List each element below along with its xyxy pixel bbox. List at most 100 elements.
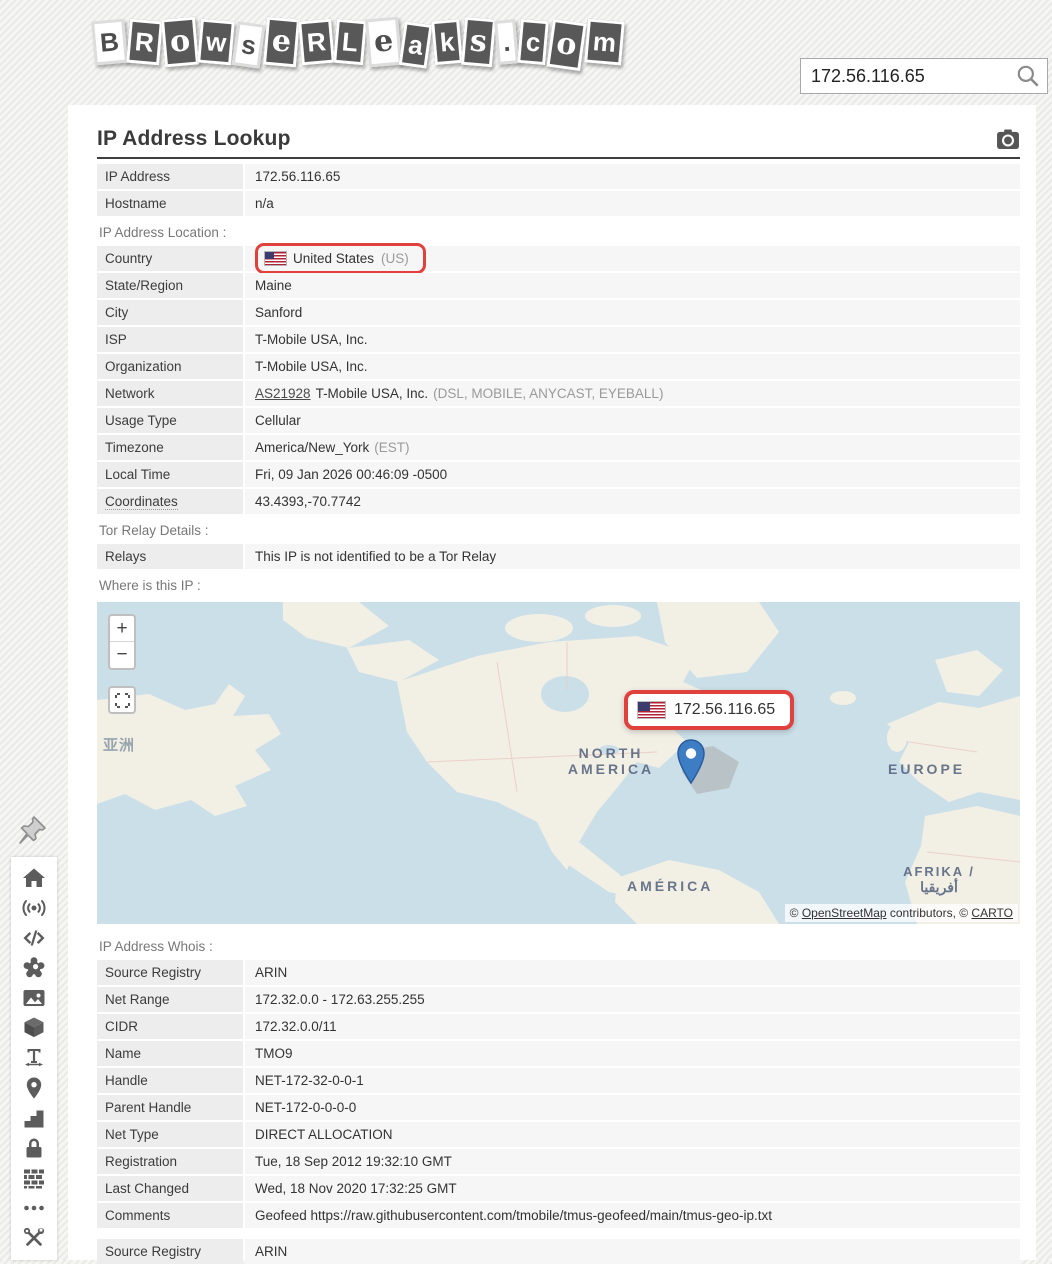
table-row: IP Address 172.56.116.65 — [97, 164, 1020, 189]
table-row-coordinates: Coordinates 43.4393,-70.7742 — [97, 489, 1020, 514]
sidebar-item-tools[interactable] — [22, 1226, 46, 1250]
ssl-lock-icon — [22, 1136, 46, 1160]
row-value: 172.32.0.0/11 — [245, 1014, 1020, 1039]
code-icon — [22, 926, 46, 950]
timezone-value: America/New_York — [255, 440, 369, 455]
sidebar — [11, 857, 57, 1260]
row-label: Last Changed — [97, 1176, 243, 1201]
row-label: ISP — [97, 327, 243, 352]
sidebar-item-canvas[interactable] — [22, 956, 46, 980]
pushpin-icon[interactable] — [16, 814, 48, 846]
section-heading-map: Where is this IP : — [97, 571, 1020, 599]
row-label: Local Time — [97, 462, 243, 487]
map-marker-icon[interactable] — [677, 739, 705, 784]
map-zoom-control: + − — [108, 614, 136, 670]
map-popup[interactable]: 172.56.116.65 — [624, 690, 794, 730]
coordinates-tooltip-label[interactable]: Coordinates — [105, 494, 178, 510]
row-label: Source Registry — [97, 960, 243, 985]
section-heading-location: IP Address Location : — [97, 218, 1020, 246]
table-row: Handle NET-172-32-0-0-1 — [97, 1068, 1020, 1093]
row-value: Fri, 09 Jan 2026 00:46:09 -0500 — [245, 462, 1020, 487]
row-value: ARIN — [245, 960, 1020, 985]
section-heading-tor: Tor Relay Details : — [97, 516, 1020, 544]
sidebar-item-geolocation[interactable] — [22, 1076, 46, 1100]
row-label: Net Range — [97, 987, 243, 1012]
table-row: Local Time Fri, 09 Jan 2026 00:46:09 -05… — [97, 462, 1020, 487]
sidebar-item-features[interactable] — [22, 1106, 46, 1130]
more-dots-icon — [22, 1196, 46, 1220]
geolocation-pin-icon — [22, 1076, 46, 1100]
page-title: IP Address Lookup — [97, 127, 291, 151]
table-row: City Sanford — [97, 300, 1020, 325]
image-icon — [22, 986, 46, 1010]
row-value: United States (US) — [245, 246, 1020, 271]
zoom-out-button[interactable]: − — [110, 642, 134, 668]
search-icon[interactable] — [1015, 63, 1041, 89]
sidebar-item-content-filters[interactable] — [22, 1166, 46, 1190]
country-name: United States — [293, 251, 374, 266]
row-value: n/a — [245, 191, 1020, 216]
title-bar: IP Address Lookup — [97, 127, 1020, 159]
features-bars-icon — [22, 1106, 46, 1130]
asn-link[interactable]: AS21928 — [255, 386, 311, 401]
table-row: Name TMO9 — [97, 1041, 1020, 1066]
row-label: Usage Type — [97, 408, 243, 433]
section-heading-whois: IP Address Whois : — [97, 932, 1020, 960]
table-row: Comments Geofeed https://raw.githubuserc… — [97, 1203, 1020, 1228]
site-logo[interactable]: BRowseRLeaks.com — [92, 18, 624, 66]
row-value: This IP is not identified to be a Tor Re… — [245, 544, 1020, 569]
row-value: Cellular — [245, 408, 1020, 433]
row-label: Source Registry — [97, 1239, 243, 1264]
table-row-country: Country United States (US) — [97, 246, 1020, 271]
map-attribution: © OpenStreetMap contributors, © CARTO — [785, 904, 1018, 922]
table-row: Hostname n/a — [97, 191, 1020, 216]
fullscreen-button[interactable] — [108, 686, 136, 714]
row-label: City — [97, 300, 243, 325]
site-header: BRowseRLeaks.com — [0, 0, 1052, 105]
table-row: Organization T-Mobile USA, Inc. — [97, 354, 1020, 379]
table-row: ISP T-Mobile USA, Inc. — [97, 327, 1020, 352]
sidebar-item-webrtc-image[interactable] — [22, 986, 46, 1010]
sidebar-item-ssl[interactable] — [22, 1136, 46, 1160]
sidebar-item-javascript[interactable] — [22, 926, 46, 950]
table-row: Relays This IP is not identified to be a… — [97, 544, 1020, 569]
row-label: State/Region — [97, 273, 243, 298]
map[interactable]: + − 亚洲 NORTH AMERICA EUROPE AMÉRICA AFRI… — [97, 602, 1020, 924]
row-label: Hostname — [97, 191, 243, 216]
table-row: Source Registry ARIN — [97, 960, 1020, 985]
row-label: Handle — [97, 1068, 243, 1093]
camera-icon[interactable] — [996, 129, 1020, 150]
row-label: Net Type — [97, 1122, 243, 1147]
sidebar-item-webgl[interactable] — [22, 1016, 46, 1040]
us-flag-icon — [638, 702, 665, 718]
row-label: IP Address — [97, 164, 243, 189]
osm-link[interactable]: OpenStreetMap — [802, 906, 887, 920]
row-label: CIDR — [97, 1014, 243, 1039]
row-value: T-Mobile USA, Inc. — [245, 327, 1020, 352]
row-value: AS21928 T-Mobile USA, Inc. (DSL, MOBILE,… — [245, 381, 1020, 406]
sidebar-item-fonts[interactable] — [22, 1046, 46, 1070]
row-value: DIRECT ALLOCATION — [245, 1122, 1020, 1147]
timezone-abbr: (EST) — [374, 440, 409, 455]
row-label: Coordinates — [97, 489, 243, 514]
row-value: NET-172-0-0-0-0 — [245, 1095, 1020, 1120]
table-row: Registration Tue, 18 Sep 2012 19:32:10 G… — [97, 1149, 1020, 1174]
content-panel: IP Address Lookup IP Address 172.56.116.… — [68, 105, 1036, 1260]
row-value: ARIN — [245, 1239, 1020, 1264]
network-tags: (DSL, MOBILE, ANYCAST, EYEBALL) — [433, 386, 663, 401]
zoom-in-button[interactable]: + — [110, 616, 134, 642]
row-label: Relays — [97, 544, 243, 569]
network-org: T-Mobile USA, Inc. — [316, 386, 429, 401]
sidebar-item-ip[interactable] — [22, 896, 46, 920]
whois-block-divider — [97, 1230, 1020, 1239]
sidebar-item-home[interactable] — [22, 866, 46, 890]
table-row: CIDR 172.32.0.0/11 — [97, 1014, 1020, 1039]
row-value: Sanford — [245, 300, 1020, 325]
carto-link[interactable]: CARTO — [971, 906, 1013, 920]
row-label: Name — [97, 1041, 243, 1066]
sidebar-item-more[interactable] — [22, 1196, 46, 1220]
search-input[interactable] — [801, 66, 1015, 87]
row-value: NET-172-32-0-0-1 — [245, 1068, 1020, 1093]
row-label: Network — [97, 381, 243, 406]
home-icon — [22, 866, 46, 890]
